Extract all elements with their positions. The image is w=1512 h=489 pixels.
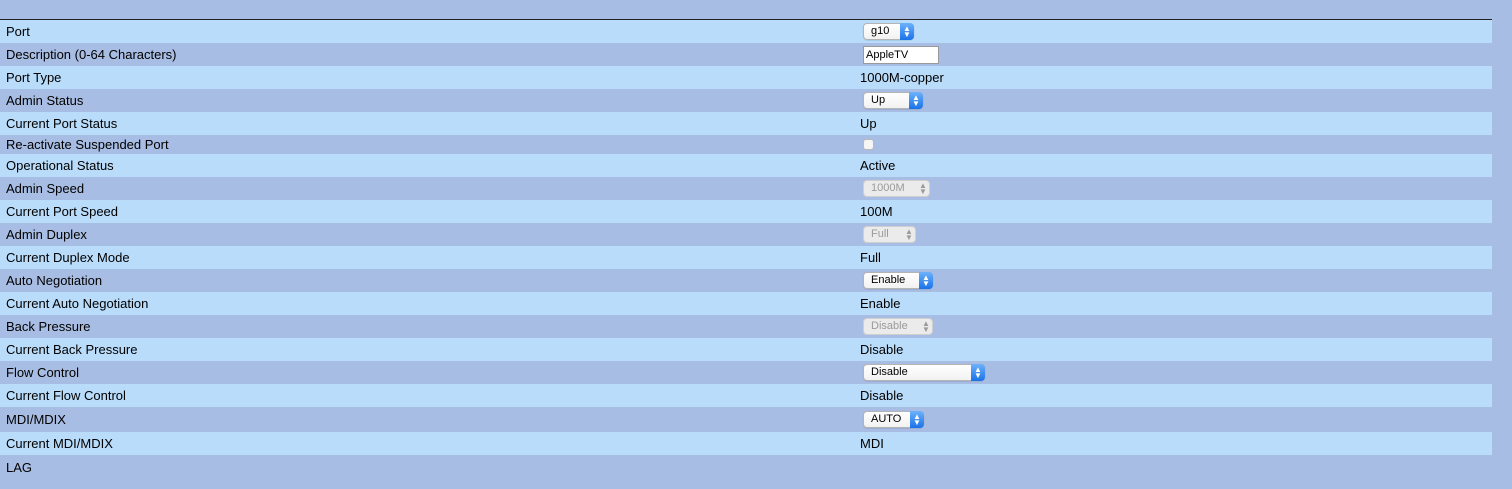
current-mdi-mdix-label: Current MDI/MDIX <box>6 436 113 451</box>
admin-speed-label: Admin Speed <box>6 181 85 196</box>
admin-status-select[interactable]: Up ▲ ▼ <box>863 92 923 109</box>
back-pressure-select[interactable]: Disable ▲ ▼ <box>863 318 933 335</box>
current-port-speed-label: Current Port Speed <box>6 204 119 219</box>
row-current-port-speed: Current Port Speed 100M <box>0 200 1492 223</box>
flow-control-select[interactable]: Disable ▲ ▼ <box>863 364 985 381</box>
select-arrows-icon: ▲ ▼ <box>919 180 927 196</box>
lag-label: LAG <box>6 459 33 475</box>
admin-speed-select[interactable]: 1000M ▲ ▼ <box>863 180 930 197</box>
row-current-back-pressure: Current Back Pressure Disable <box>0 338 1492 361</box>
select-arrows-icon: ▲ ▼ <box>919 272 933 289</box>
row-operational-status: Operational Status Active <box>0 154 1492 177</box>
auto-negotiation-label: Auto Negotiation <box>6 273 103 288</box>
operational-status-value: Active <box>860 158 896 173</box>
admin-status-label: Admin Status <box>6 93 84 108</box>
row-reactivate-suspended: Re-activate Suspended Port <box>0 135 1492 154</box>
row-auto-negotiation: Auto Negotiation Enable ▲ ▼ <box>0 269 1492 292</box>
current-port-speed-value: 100M <box>860 204 893 219</box>
port-type-label: Port Type <box>6 70 62 85</box>
select-arrows-icon: ▲ ▼ <box>971 364 985 381</box>
current-auto-negotiation-value: Enable <box>860 296 901 311</box>
row-current-port-status: Current Port Status Up <box>0 112 1492 135</box>
current-back-pressure-value: Disable <box>860 342 904 357</box>
row-admin-speed: Admin Speed 1000M ▲ ▼ <box>0 177 1492 200</box>
row-description: Description (0-64 Characters) AppleTV <box>0 43 1492 66</box>
admin-speed-select-value: 1000M <box>871 182 905 194</box>
admin-status-select-value: Up <box>871 94 886 106</box>
select-arrows-icon: ▲ ▼ <box>909 92 923 109</box>
select-arrows-icon: ▲ ▼ <box>922 318 930 334</box>
row-port-type: Port Type 1000M-copper <box>0 66 1492 89</box>
current-duplex-mode-value: Full <box>860 250 881 265</box>
mdi-mdix-select[interactable]: AUTO ▲ ▼ <box>863 411 924 428</box>
row-lag: LAG <box>0 455 1492 479</box>
mdi-mdix-select-value: AUTO <box>871 413 902 425</box>
current-flow-control-label: Current Flow Control <box>6 388 126 403</box>
current-auto-negotiation-label: Current Auto Negotiation <box>6 296 149 311</box>
select-arrows-icon: ▲ ▼ <box>900 23 914 40</box>
port-type-value: 1000M-copper <box>860 70 944 85</box>
flow-control-label: Flow Control <box>6 365 79 380</box>
reactivate-suspended-label: Re-activate Suspended Port <box>6 137 169 152</box>
row-back-pressure: Back Pressure Disable ▲ ▼ <box>0 315 1492 338</box>
select-arrows-icon: ▲ ▼ <box>910 411 924 428</box>
row-current-duplex-mode: Current Duplex Mode Full <box>0 246 1492 269</box>
back-pressure-select-value: Disable <box>871 320 908 332</box>
description-input[interactable]: AppleTV <box>863 45 939 64</box>
current-duplex-mode-label: Current Duplex Mode <box>6 250 130 265</box>
operational-status-label: Operational Status <box>6 158 114 173</box>
auto-negotiation-select[interactable]: Enable ▲ ▼ <box>863 272 933 289</box>
back-pressure-label: Back Pressure <box>6 319 91 334</box>
row-admin-duplex: Admin Duplex Full ▲ ▼ <box>0 223 1492 246</box>
port-label: Port <box>6 24 30 39</box>
row-current-auto-negotiation: Current Auto Negotiation Enable <box>0 292 1492 315</box>
current-back-pressure-label: Current Back Pressure <box>6 342 138 357</box>
current-port-status-value: Up <box>860 116 877 131</box>
admin-duplex-label: Admin Duplex <box>6 227 87 242</box>
mdi-mdix-label: MDI/MDIX <box>6 412 66 427</box>
port-settings-table: Port g10 ▲ ▼ Description (0-64 Characters… <box>0 20 1492 479</box>
flow-control-select-value: Disable <box>871 366 908 378</box>
row-mdi-mdix: MDI/MDIX AUTO ▲ ▼ <box>0 407 1492 432</box>
reactivate-suspended-checkbox[interactable] <box>863 139 874 150</box>
admin-duplex-select-value: Full <box>871 228 889 240</box>
row-current-flow-control: Current Flow Control Disable <box>0 384 1492 407</box>
row-flow-control: Flow Control Disable ▲ ▼ <box>0 361 1492 384</box>
description-label: Description (0-64 Characters) <box>6 47 177 62</box>
admin-duplex-select[interactable]: Full ▲ ▼ <box>863 226 916 243</box>
current-flow-control-value: Disable <box>860 388 904 403</box>
port-select-value: g10 <box>871 25 890 37</box>
row-current-mdi-mdix: Current MDI/MDIX MDI <box>0 432 1492 455</box>
current-port-status-label: Current Port Status <box>6 116 118 131</box>
port-select[interactable]: g10 ▲ ▼ <box>863 23 914 40</box>
select-arrows-icon: ▲ ▼ <box>905 226 913 242</box>
row-admin-status: Admin Status Up ▲ ▼ <box>0 89 1492 112</box>
current-mdi-mdix-value: MDI <box>860 436 884 451</box>
row-port: Port g10 ▲ ▼ <box>0 20 1492 43</box>
auto-negotiation-select-value: Enable <box>871 274 906 286</box>
